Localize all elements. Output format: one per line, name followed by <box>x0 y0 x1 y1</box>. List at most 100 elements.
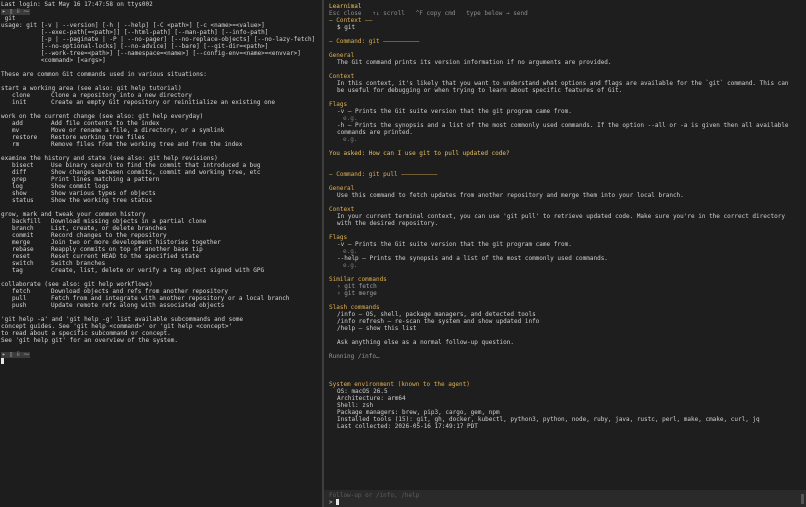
similar-item[interactable]: › git fetch <box>329 283 806 290</box>
command-description: Add file contents to the index <box>51 120 160 127</box>
command-description: Show commit logs <box>51 183 109 190</box>
scrollbar-handle[interactable] <box>801 494 804 504</box>
section-slash: Slash commands <box>329 304 380 311</box>
terminal-pane-left[interactable]: Last login: Sat May 16 17:47:58 on ttys0… <box>0 0 322 507</box>
footer-line: 'git help -a' and 'git help -g' list ava… <box>1 316 244 323</box>
usage-block: usage: git [-v | --version] [-h | --help… <box>1 22 322 64</box>
section-similar: Similar commands <box>329 276 387 283</box>
flag-h: -h — Prints the synopsis and a list of t… <box>337 122 789 136</box>
command-description: Fetch from and integrate with another re… <box>51 295 290 302</box>
command-header-git: — Command: git —————————— <box>329 38 420 45</box>
system-env-header: System environment (known to the agent) <box>329 381 470 388</box>
learnimal-pane[interactable]: Learnimal Esc close ↑↓ scroll ^F copy cm… <box>324 0 806 507</box>
command-row: pull Fetch from and integrate with anothe… <box>1 295 322 302</box>
general-text: The Git command prints its version infor… <box>337 59 612 66</box>
command-name: diff <box>12 169 27 176</box>
login-line: Last login: Sat May 16 17:47:58 on ttys0… <box>1 1 153 8</box>
command-row: reset Reset current HEAD to the specified… <box>1 253 322 260</box>
command-groups: start a working area (see also: git help… <box>1 78 322 316</box>
command-row: clone Clone a repository into a new direc… <box>1 92 322 99</box>
flag-v-example-2: e.g. <box>343 248 358 255</box>
command-description: Remove files from the working tree and f… <box>51 141 243 148</box>
command-name: clone <box>12 92 31 99</box>
command-row: branch List, create, or delete branches <box>1 225 322 232</box>
section-flags-2: Flags <box>329 234 348 241</box>
usage-line: [-p | --paginate | -P | --no-pager] [--n… <box>1 36 316 43</box>
command-description: Use binary search to find the commit tha… <box>51 162 261 169</box>
context-text: In this context, it's likely that you wa… <box>337 80 789 94</box>
command-name: bisect <box>12 162 34 169</box>
user-question: You asked: How can I use git to pull upd… <box>329 150 510 157</box>
prompt-line-2: ▸ ▯ ⁞⁞ ⁓ <box>1 351 322 358</box>
command-description: Update remote refs along with associated… <box>51 302 225 309</box>
command-row: grep Print lines matching a pattern <box>1 176 322 183</box>
sys-collected: Last collected: 2026-05-16 17:49:17 PDT <box>337 423 478 430</box>
command-name: mv <box>12 127 20 134</box>
sys-shell: Shell: zsh <box>337 402 374 409</box>
prompt-line: ▸ ▯ ⁞⁞ ⁓ <box>1 8 322 15</box>
command-row: mv Move or rename a file, a directory, or… <box>1 127 322 134</box>
command-name: status <box>12 197 34 204</box>
group-title: examine the history and state (see also:… <box>1 155 218 162</box>
sys-os: OS: macOS 26.5 <box>337 388 388 395</box>
app-title: Learnimal <box>329 3 362 10</box>
command-row: commit Record changes to the repository <box>1 232 322 239</box>
footer-line: to read about a specific subcommand or c… <box>1 330 171 337</box>
usage-line: [--no-optional-locks] [--no-advice] [--b… <box>1 43 269 50</box>
command-row: add Add file contents to the index <box>1 120 322 127</box>
command-description: Clone a repository into a new directory <box>51 92 192 99</box>
usage-line: <command> [<args>] <box>1 57 106 64</box>
section-general-2: General <box>329 185 355 192</box>
command-name: rebase <box>12 246 34 253</box>
intro-line: These are common Git commands used in va… <box>1 71 207 78</box>
command-name: add <box>12 120 23 127</box>
usage-line: usage: git [-v | --version] [-h | --help… <box>1 22 265 29</box>
command-row: rebase Reapply commits on top of another … <box>1 246 322 253</box>
flag-v-2: -v — Prints the Git suite version that t… <box>337 241 572 248</box>
slash-item: /info refresh — re-scan the system and s… <box>337 318 540 325</box>
command-name: restore <box>12 134 38 141</box>
command-description: Show changes between commits, commit and… <box>51 169 261 176</box>
command-description: Download objects and refs from another r… <box>51 288 229 295</box>
command-description: Show the working tree status <box>51 197 153 204</box>
flag-v-example: e.g. <box>343 115 358 122</box>
group-title: grow, mark and tweak your common history <box>1 211 146 218</box>
git-command-line: git <box>1 15 16 22</box>
command-row: tag Create, list, delete or verify a tag … <box>1 267 322 274</box>
cursor-line[interactable] <box>1 358 322 365</box>
command-description: Reset current HEAD to the specified stat… <box>51 253 200 260</box>
followup-input-area[interactable]: Follow-up or /info, /help > <box>324 490 806 507</box>
usage-line: [--exec-path[=<path>]] [--html-path] [--… <box>1 29 269 36</box>
command-name: branch <box>12 225 34 232</box>
command-description: Join two or more development histories t… <box>51 239 221 246</box>
ask-else-text: Ask anything else as a normal follow-up … <box>337 339 515 346</box>
group-title: start a working area (see also: git help… <box>1 85 182 92</box>
command-row: bisect Use binary search to find the comm… <box>1 162 322 169</box>
general-text-2: Use this command to fetch updates from a… <box>337 192 684 199</box>
context-label: — Context —— <box>329 17 373 24</box>
followup-input[interactable]: > <box>329 499 340 506</box>
command-description: Create, list, delete or verify a tag obj… <box>51 267 265 274</box>
command-name: init <box>12 99 27 106</box>
command-name: switch <box>12 260 34 267</box>
flag-help-example: e.g. <box>343 262 358 269</box>
context-text-2: In your current terminal context, you ca… <box>337 213 785 227</box>
followup-input-placeholder: Follow-up or /info, /help <box>329 492 420 499</box>
command-name: show <box>12 190 27 197</box>
command-name: grep <box>12 176 27 183</box>
command-description: Switch branches <box>51 260 106 267</box>
section-context-2: Context <box>329 206 355 213</box>
context-command: $ git <box>337 24 356 31</box>
command-name: rm <box>12 141 20 148</box>
command-row: rm Remove files from the working tree and… <box>1 141 322 148</box>
command-description: Show various types of objects <box>51 190 156 197</box>
footer-line: concept guides. See 'git help <command>'… <box>1 323 233 330</box>
command-name: backfill <box>12 218 41 225</box>
command-name: tag <box>12 267 23 274</box>
command-row: restore Restore working tree files <box>1 134 322 141</box>
section-context: Context <box>329 73 355 80</box>
command-row: merge Join two or more development histor… <box>1 239 322 246</box>
similar-item[interactable]: › git merge <box>329 290 806 297</box>
flag-h-example: e.g. <box>343 136 358 143</box>
prompt-tag-2: ▸ ▯ ⁞⁞ ⁓ <box>1 351 31 358</box>
